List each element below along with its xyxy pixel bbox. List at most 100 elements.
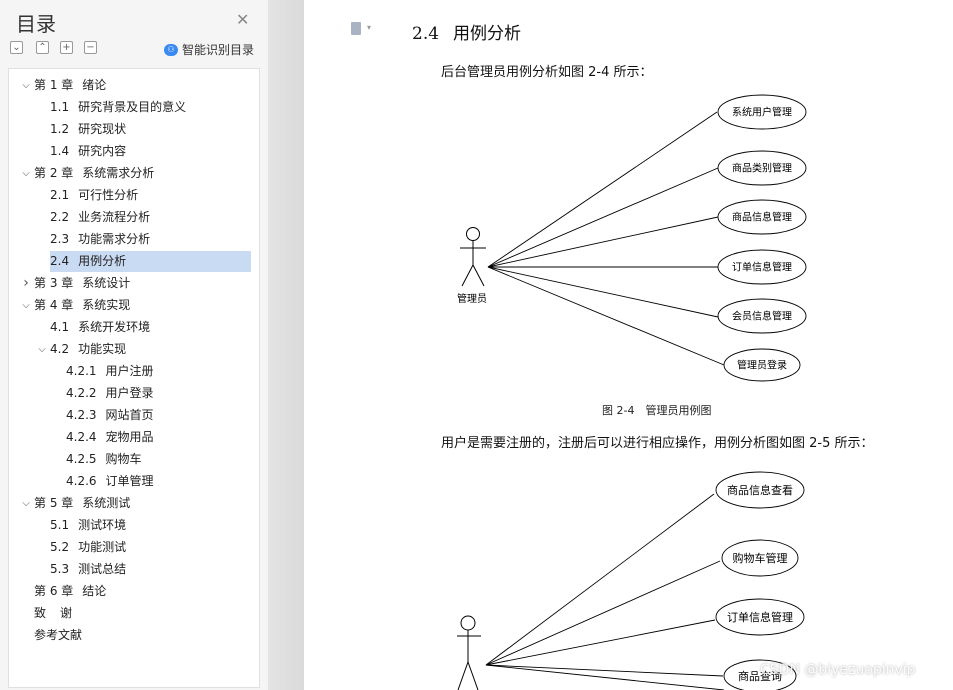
smart-toc-button[interactable]: ⚇ 智能识别目录 xyxy=(164,41,254,58)
toc-item-number: 1.1 xyxy=(50,100,70,114)
toc-sidebar: 目录 ✕ ⌄ ⌃ + − ⚇ 智能识别目录 ⌵ 第 1 章绪论 1.1 研究背景及目的… xyxy=(0,0,268,690)
toc-item[interactable]: 4.2.5 购物车 xyxy=(66,449,239,470)
toc-item[interactable]: 2.4 用例分析 xyxy=(50,251,251,272)
toc-item[interactable]: ⌵ 第 1 章绪论 xyxy=(22,75,239,96)
toc-item-label: 结论 xyxy=(82,584,107,598)
smart-ai-icon: ⚇ xyxy=(164,43,178,56)
toc-item-number: 5.2 xyxy=(50,540,70,554)
toc-item-label: 购物车 xyxy=(105,452,142,466)
chevron-down-icon[interactable]: ⌵ xyxy=(20,295,32,316)
toc-item[interactable]: ⌵ 第 5 章系统测试 xyxy=(22,493,239,514)
usecase-label: 订单信息管理 xyxy=(732,261,792,274)
toc-item-number: 参考文献 xyxy=(34,628,83,642)
section-heading: 2.4 用例分析 xyxy=(412,19,521,44)
toc-item-label: 系统设计 xyxy=(82,276,131,290)
toc-item[interactable]: ⌵ 第 2 章系统需求分析 xyxy=(22,163,239,184)
toc-item-label: 用户登录 xyxy=(105,386,154,400)
toc-item-number: 4.2.6 xyxy=(66,474,97,488)
paragraph-1: 后台管理员用例分析如图 2-4 所示： xyxy=(441,65,653,80)
toc-item-label: 系统测试 xyxy=(82,496,131,510)
toc-item-number: 2.2 xyxy=(50,210,70,224)
chevron-right-icon[interactable]: › xyxy=(20,273,32,294)
user-usecase-diagram: 商品信息查看购物车管理订单信息管理商品查询 xyxy=(457,471,805,690)
usecase-group-2: 商品信息查看购物车管理订单信息管理商品查询 xyxy=(715,471,805,690)
toc-item[interactable]: 第 6 章结论 xyxy=(34,581,239,602)
toc-item[interactable]: 5.3 测试总结 xyxy=(50,559,239,580)
toc-item-number: 4.2.2 xyxy=(66,386,97,400)
actor-admin-label: 管理员 xyxy=(457,292,487,305)
toc-item[interactable]: 1.1 研究背景及目的意义 xyxy=(50,97,239,118)
toc-item-label: 用户注册 xyxy=(105,364,154,378)
expand-all-icon[interactable]: ⌄ xyxy=(10,41,23,54)
toc-item[interactable]: 5.1 测试环境 xyxy=(50,515,239,536)
remove-level-icon[interactable]: − xyxy=(84,41,97,54)
toc-item-number: 4.2 xyxy=(50,342,70,356)
section-title: 用例分析 xyxy=(453,24,522,44)
usecase-label: 订单信息管理 xyxy=(727,610,793,624)
toc-item-label: 研究现状 xyxy=(78,122,127,136)
toc-item-label: 系统实现 xyxy=(82,298,131,312)
toc-item-label: 测试环境 xyxy=(78,518,127,532)
toc-item[interactable]: 致谢 xyxy=(34,603,239,624)
toc-item[interactable]: 4.2.6 订单管理 xyxy=(66,471,239,492)
toc-item-number: 第 1 章 xyxy=(34,78,74,92)
toc-item[interactable]: 参考文献 xyxy=(34,625,239,646)
toc-item-label: 订单管理 xyxy=(105,474,154,488)
toc-item[interactable]: 4.2.2 用户登录 xyxy=(66,383,239,404)
toc-item-label: 用例分析 xyxy=(78,254,127,268)
figure-caption-1: 图 2-4 管理员用例图 xyxy=(602,404,712,417)
toc-item-number: 4.2.3 xyxy=(66,408,97,422)
actor-admin xyxy=(460,227,486,287)
toc-item-label: 可行性分析 xyxy=(78,188,139,202)
toc-item[interactable]: ⌵ 第 4 章系统实现 xyxy=(22,295,239,316)
chevron-down-icon[interactable]: ⌵ xyxy=(20,163,32,184)
toc-item[interactable]: 2.1 可行性分析 xyxy=(50,185,239,206)
toc-item-number: 2.1 xyxy=(50,188,70,202)
toc-item-number: 致 xyxy=(34,606,47,620)
add-level-icon[interactable]: + xyxy=(60,41,73,54)
toc-item[interactable]: › 第 3 章系统设计 xyxy=(23,273,239,294)
toc-item[interactable]: 2.2 业务流程分析 xyxy=(50,207,239,228)
toc-item-label: 功能需求分析 xyxy=(78,232,151,246)
chevron-down-icon[interactable]: ⌵ xyxy=(20,493,32,514)
toc-item-label: 研究背景及目的意义 xyxy=(78,100,187,114)
toc-item-label: 功能实现 xyxy=(78,342,127,356)
usecase-group-1: 系统用户管理商品类别管理商品信息管理订单信息管理会员信息管理管理员登录 xyxy=(717,94,807,382)
usecase-label: 商品类别管理 xyxy=(732,162,792,175)
admin-usecase-diagram: 管理员 系统用户管理商品类别管理商品信息管理订单信息管理会员信息管理管理员登录 xyxy=(457,94,807,382)
page-shadow xyxy=(268,0,304,690)
close-icon[interactable]: ✕ xyxy=(236,12,249,28)
toc-item[interactable]: 4.1 系统开发环境 xyxy=(50,317,239,338)
toc-item-number: 1.2 xyxy=(50,122,70,136)
toc-item-number: 第 2 章 xyxy=(34,166,74,180)
chevron-down-icon[interactable]: ▾ xyxy=(367,23,371,32)
toc-item-label: 测试总结 xyxy=(78,562,127,576)
toc-item-label: 功能测试 xyxy=(78,540,127,554)
toc-item-number: 1.4 xyxy=(50,144,70,158)
collapse-all-icon[interactable]: ⌃ xyxy=(36,41,49,54)
chevron-down-icon[interactable]: ⌵ xyxy=(36,339,48,360)
chevron-down-icon[interactable]: ⌵ xyxy=(20,75,32,96)
toc-item[interactable]: 4.2.3 网站首页 xyxy=(66,405,239,426)
paragraph-2: 用户是需要注册的，注册后可以进行相应操作，用例分析图如图 2-5 所示： xyxy=(441,436,874,451)
toc-item[interactable]: 2.3 功能需求分析 xyxy=(50,229,239,250)
toc-item[interactable]: ⌵ 4.2 功能实现 xyxy=(38,339,239,360)
toc-item[interactable]: 5.2 功能测试 xyxy=(50,537,239,558)
usecase-label: 商品信息查看 xyxy=(727,483,793,497)
toc-item[interactable]: 4.2.1 用户注册 xyxy=(66,361,239,382)
toc-item-number: 第 5 章 xyxy=(34,496,74,510)
document-icon[interactable] xyxy=(351,22,361,35)
toc-item-number: 第 6 章 xyxy=(34,584,74,598)
toc-item[interactable]: 1.2 研究现状 xyxy=(50,119,239,140)
toc-item-number: 2.4 xyxy=(50,254,70,268)
toc-item-label: 系统需求分析 xyxy=(82,166,155,180)
toc-list: ⌵ 第 1 章绪论 1.1 研究背景及目的意义 1.2 研究现状 1.4 研究内容 ⌵ 第 2 章… xyxy=(8,68,260,688)
toc-item-number: 第 3 章 xyxy=(34,276,74,290)
association-lines-2 xyxy=(485,493,725,690)
toc-item-label: 业务流程分析 xyxy=(78,210,151,224)
toc-item-number: 4.2.4 xyxy=(66,430,97,444)
toc-item[interactable]: 1.4 研究内容 xyxy=(50,141,239,162)
actor-user xyxy=(457,615,481,690)
toc-title: 目录 xyxy=(16,12,56,36)
toc-item[interactable]: 4.2.4 宠物用品 xyxy=(66,427,239,448)
